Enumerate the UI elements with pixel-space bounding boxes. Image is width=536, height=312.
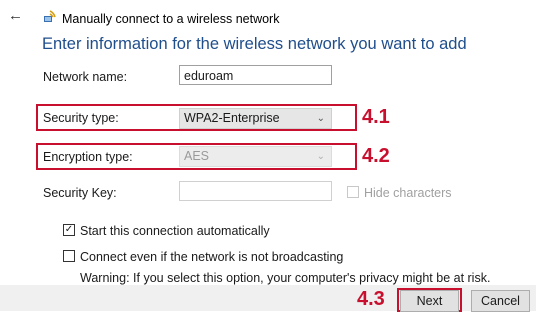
security-key-label: Security Key:	[43, 186, 117, 200]
window-title: Manually connect to a wireless network	[62, 12, 280, 26]
security-type-value: WPA2-Enterprise	[184, 111, 280, 125]
hide-characters-checkbox	[347, 186, 359, 198]
connect-hidden-checkbox[interactable]	[63, 250, 75, 262]
back-arrow-icon[interactable]: ←	[8, 8, 23, 24]
page-heading: Enter information for the wireless netwo…	[42, 35, 467, 53]
cancel-button[interactable]: Cancel	[471, 290, 530, 312]
step-label-4-1: 4.1	[362, 106, 390, 128]
start-automatically-checkbox[interactable]: ✓	[63, 224, 75, 236]
step-label-4-3: 4.3	[357, 288, 385, 310]
wireless-network-icon	[42, 10, 56, 24]
step-label-4-2: 4.2	[362, 145, 390, 167]
connect-hidden-label[interactable]: Connect even if the network is not broad…	[80, 250, 343, 264]
security-type-dropdown[interactable]: WPA2-Enterprise ⌄	[179, 108, 332, 129]
network-name-label: Network name:	[43, 70, 128, 84]
hide-characters-label: Hide characters	[364, 186, 452, 200]
encryption-type-label: Encryption type:	[43, 150, 133, 164]
chevron-down-icon: ⌄	[316, 151, 325, 162]
encryption-type-dropdown: AES ⌄	[179, 146, 332, 167]
chevron-down-icon: ⌄	[316, 113, 325, 124]
privacy-warning-text: Warning: If you select this option, your…	[80, 271, 491, 285]
encryption-type-value: AES	[184, 149, 210, 163]
start-automatically-label[interactable]: Start this connection automatically	[80, 224, 270, 238]
security-type-label: Security type:	[43, 111, 119, 125]
security-key-field	[179, 181, 332, 201]
network-name-field[interactable]: eduroam	[179, 65, 332, 85]
next-button[interactable]: Next	[400, 290, 459, 312]
